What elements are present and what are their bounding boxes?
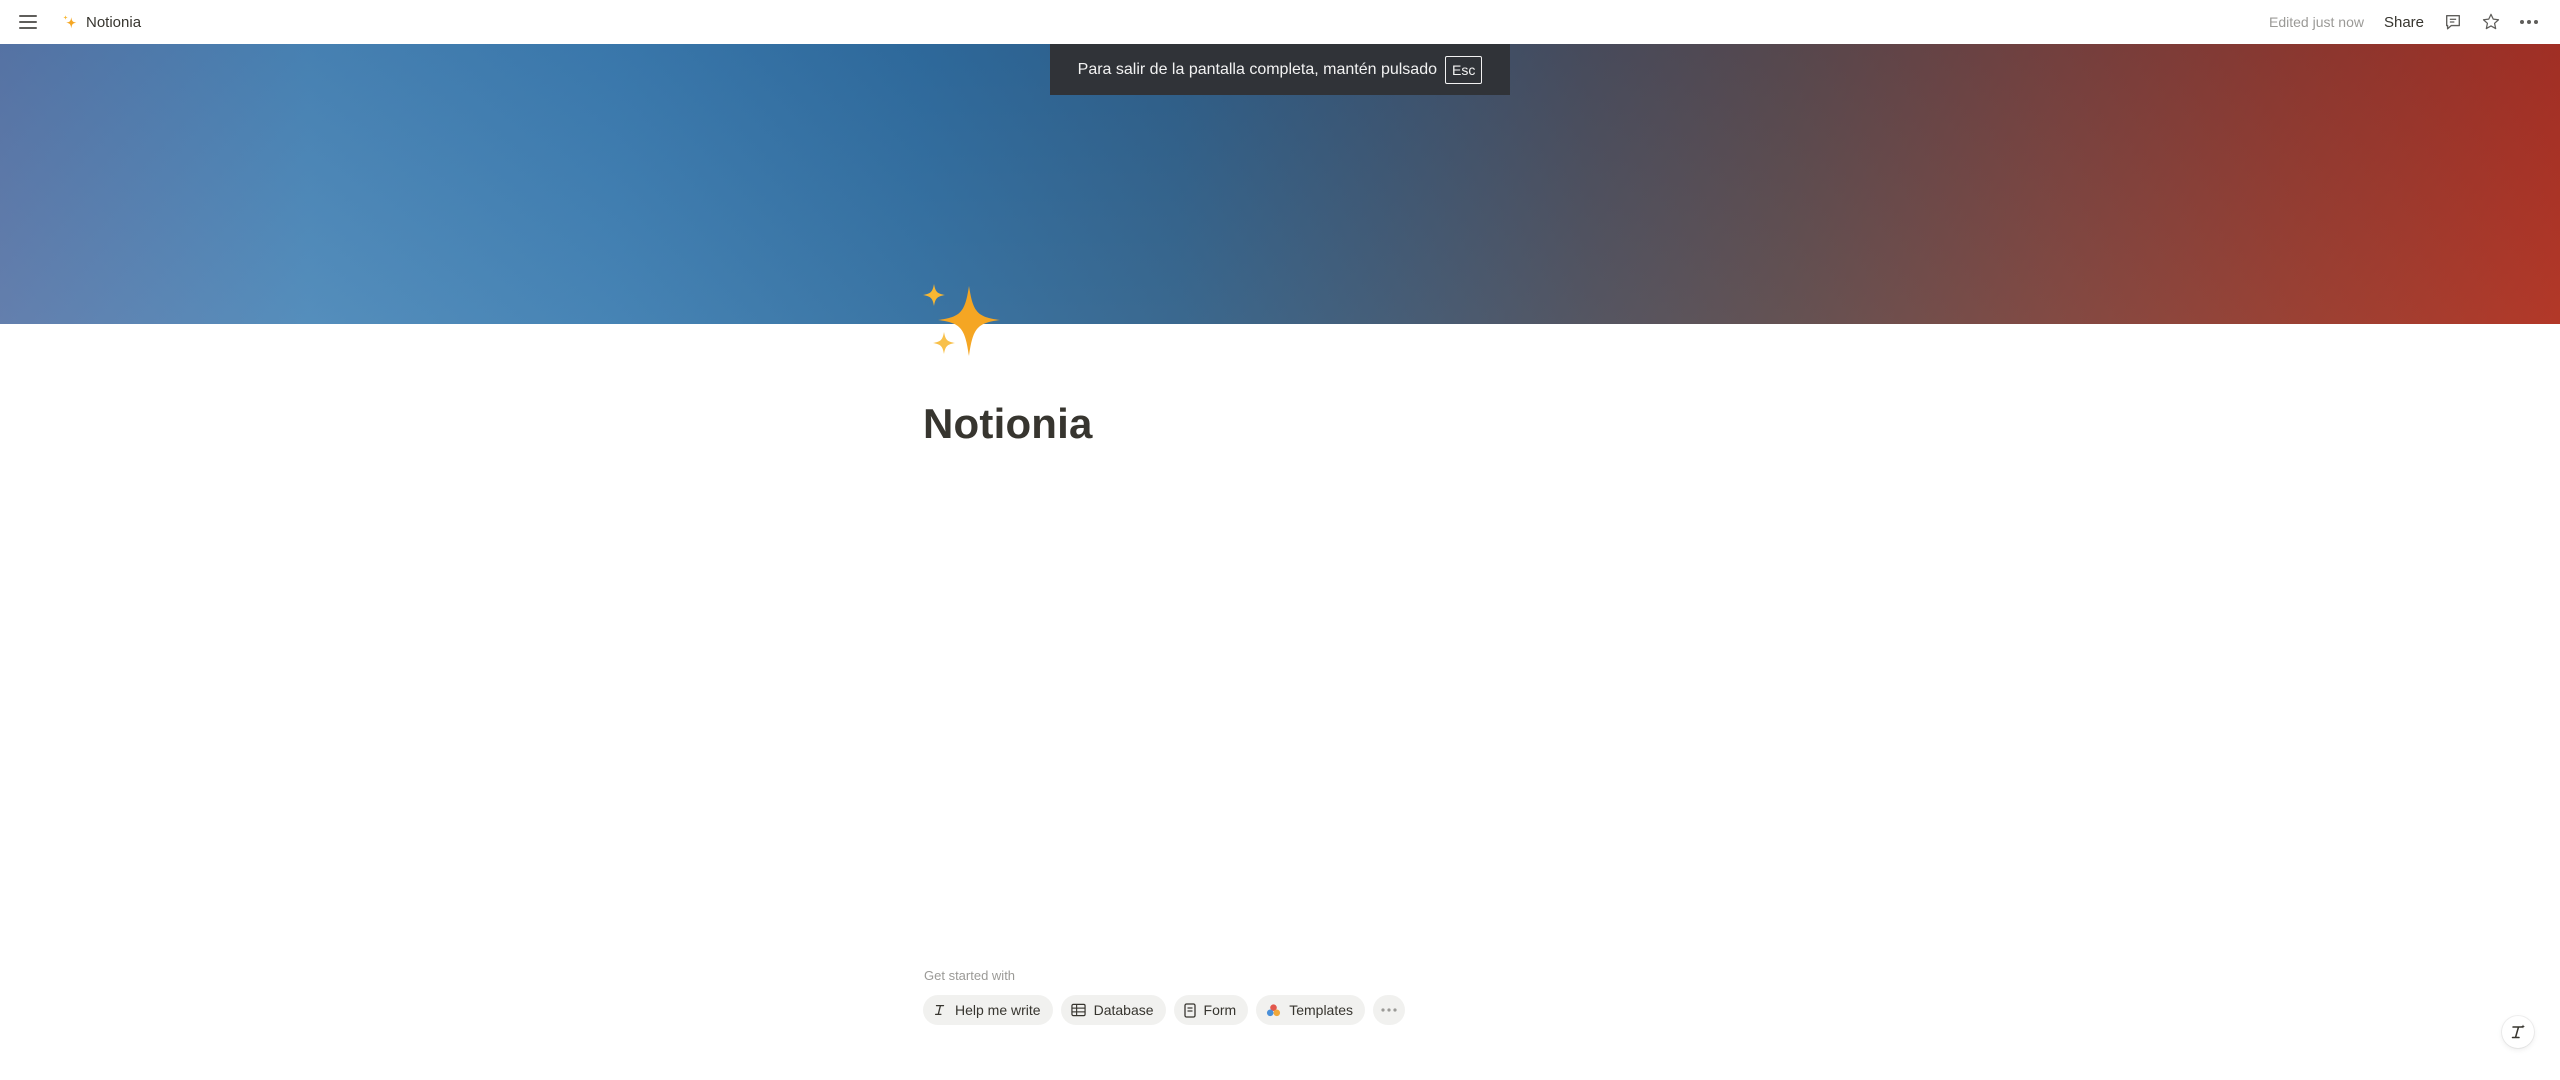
form-icon bbox=[1183, 1002, 1196, 1018]
table-icon bbox=[1070, 1003, 1086, 1017]
database-button[interactable]: Database bbox=[1060, 995, 1166, 1025]
ai-assistant-button[interactable] bbox=[2502, 1016, 2534, 1048]
database-label: Database bbox=[1093, 1002, 1154, 1018]
page-icon-button[interactable] bbox=[920, 282, 1006, 362]
breadcrumb-page[interactable]: Notionia bbox=[56, 8, 147, 36]
comments-button[interactable] bbox=[2436, 8, 2470, 36]
sparkles-icon bbox=[63, 15, 77, 29]
more-horizontal-icon bbox=[1381, 1008, 1397, 1012]
sparkles-icon bbox=[923, 284, 1000, 356]
sidebar-toggle-button[interactable] bbox=[14, 8, 42, 36]
more-horizontal-icon bbox=[2520, 20, 2538, 24]
templates-button[interactable]: Templates bbox=[1256, 995, 1366, 1025]
templates-icon bbox=[1267, 1004, 1281, 1017]
favorite-button[interactable] bbox=[2474, 8, 2508, 36]
esc-key-badge: Esc bbox=[1444, 55, 1483, 84]
top-bar-actions: Edited just now Share bbox=[2269, 8, 2546, 36]
templates-label: Templates bbox=[1289, 1002, 1354, 1018]
fullscreen-notice-text: Para salir de la pantalla completa, mant… bbox=[1077, 60, 1437, 78]
comment-icon bbox=[2446, 15, 2460, 30]
form-label: Form bbox=[1203, 1002, 1237, 1018]
edited-status: Edited just now bbox=[2269, 14, 2364, 30]
get-started-options: Help me write Database Form Templates bbox=[923, 995, 1406, 1025]
form-button[interactable]: Form bbox=[1173, 995, 1249, 1025]
share-button[interactable]: Share bbox=[2376, 8, 2432, 36]
help-me-write-button[interactable]: Help me write bbox=[923, 995, 1053, 1025]
more-start-options-button[interactable] bbox=[1373, 995, 1406, 1025]
page-title[interactable]: Notionia bbox=[923, 400, 1093, 448]
menu-icon bbox=[19, 15, 37, 29]
top-bar: Notionia Edited just now Share bbox=[0, 0, 2560, 44]
breadcrumb-page-label: Notionia bbox=[86, 13, 142, 31]
fullscreen-exit-notice: Para salir de la pantalla completa, mant… bbox=[1050, 44, 1510, 95]
star-icon bbox=[2482, 13, 2500, 30]
help-me-write-label: Help me write bbox=[955, 1002, 1041, 1018]
ai-pen-icon bbox=[934, 1004, 945, 1016]
ai-pen-icon bbox=[2511, 1024, 2525, 1039]
more-options-button[interactable] bbox=[2512, 8, 2546, 36]
get-started-label: Get started with bbox=[924, 968, 1016, 983]
